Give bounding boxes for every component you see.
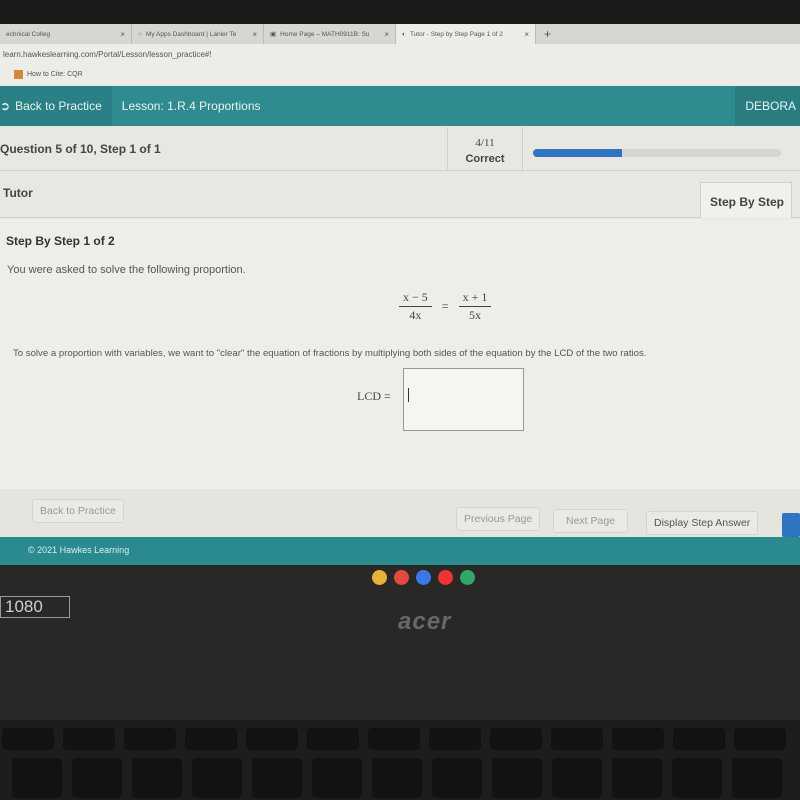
previous-page-button[interactable]: Previous Page	[456, 507, 541, 531]
browser-tab-active[interactable]: ◐ Tutor - Step by Step Page 1 of 2 ×	[396, 24, 536, 44]
lcd-input[interactable]	[403, 368, 524, 431]
close-icon[interactable]: ×	[524, 30, 529, 39]
question-bar: Question 5 of 10, Step 1 of 1 4/11 Corre…	[0, 127, 800, 171]
keyboard-key	[307, 728, 359, 750]
back-to-practice-button[interactable]: Back to Practice	[32, 499, 124, 523]
tutor-label: Tutor	[3, 186, 33, 200]
screen: echnical Colleg × ○ My Apps Dashboard | La…	[0, 0, 800, 565]
keyboard-key	[552, 758, 602, 798]
browser-tab[interactable]: ▣ Home Page – MATH0911B: Su ×	[264, 24, 396, 44]
bookmark-link[interactable]: How to Cite: CQR	[27, 71, 83, 78]
course-icon: ▣	[270, 31, 277, 38]
close-icon[interactable]: ×	[120, 30, 125, 39]
tab-title: My Apps Dashboard | Lanier Te	[145, 30, 237, 38]
arrow-circle-icon: ➲	[0, 99, 11, 113]
bookmarks-bar: How to Cite: CQR	[0, 64, 800, 85]
browser-tab[interactable]: echnical Colleg ×	[0, 24, 132, 44]
tab-title: Tutor - Step by Step Page 1 of 2	[409, 30, 503, 38]
keyboard-key	[372, 758, 422, 798]
close-icon[interactable]: ×	[384, 30, 389, 39]
question-label: Question 5 of 10, Step 1 of 1	[0, 141, 161, 156]
tab-step-by-step[interactable]: Step By Step	[700, 182, 792, 218]
sticker: 1080	[0, 596, 70, 618]
keyboard-key	[368, 728, 420, 750]
keyboard-key	[185, 728, 237, 750]
next-page-button[interactable]: Next Page	[553, 509, 629, 533]
new-tab-button[interactable]: +	[536, 24, 559, 44]
step-heading: Step By Step 1 of 2	[6, 234, 115, 248]
instruction-text: To solve a proportion with variables, we…	[13, 348, 647, 359]
tab-title: echnical Colleg	[6, 30, 51, 38]
keyboard-key	[612, 728, 664, 750]
denominator: 4x	[409, 308, 422, 322]
brand-logo: acer	[398, 608, 452, 635]
left-fraction: x − 5 4x	[393, 290, 438, 323]
keyboard-key	[490, 728, 542, 750]
close-icon[interactable]: ×	[252, 30, 257, 39]
right-fraction: x + 1 5x	[453, 290, 498, 323]
keyboard-key	[2, 728, 54, 750]
bezel	[0, 0, 800, 24]
tab-strip: echnical Colleg × ○ My Apps Dashboard | La…	[0, 24, 800, 44]
user-menu[interactable]: DEBORA	[735, 86, 800, 126]
keyboard-key	[312, 758, 362, 798]
docs-icon[interactable]	[416, 570, 431, 585]
keyboard-key	[63, 728, 115, 750]
shelf	[372, 570, 475, 585]
play-store-icon[interactable]	[460, 570, 475, 585]
keyboard-key	[124, 728, 176, 750]
numerator: x + 1	[458, 290, 492, 307]
keyboard-key	[732, 758, 782, 798]
globe-icon: ◐	[402, 30, 406, 38]
keyboard-key	[12, 758, 62, 798]
denominator: 5x	[468, 308, 481, 322]
chrome-icon[interactable]	[372, 570, 387, 585]
lesson-title: Lesson: 1.R.4 Proportions	[121, 99, 261, 113]
tab-title: Home Page – MATH0911B: Su	[280, 30, 370, 38]
keyboard-key	[72, 758, 122, 798]
top-nav: ➲ Back to Practice Lesson: 1.R.4 Proporti…	[0, 86, 800, 126]
keyboard-key	[246, 728, 298, 750]
submit-button[interactable]	[782, 513, 800, 537]
address-bar[interactable]: learn.hawkeslearning.com/Portal/Lesson/l…	[0, 44, 800, 64]
keyboard-key	[252, 758, 302, 798]
keyboard-key	[673, 728, 725, 750]
back-label: Back to Practice	[15, 99, 102, 113]
text-caret	[408, 388, 409, 402]
lcd-label: LCD =	[357, 389, 391, 403]
keyboard-key	[612, 758, 662, 798]
bookmark-icon	[14, 70, 23, 79]
keyboard-key	[734, 728, 786, 750]
progress-bar	[533, 149, 781, 157]
keyboard-key	[551, 728, 603, 750]
browser-tab[interactable]: ○ My Apps Dashboard | Lanier Te ×	[132, 24, 264, 44]
keyboard-key	[672, 758, 722, 798]
button-row: Back to Practice Previous Page Next Page…	[0, 489, 800, 537]
tutor-header: Tutor Step By Step	[0, 172, 800, 218]
numerator: x − 5	[399, 290, 432, 307]
back-to-practice-link[interactable]: ➲ Back to Practice	[0, 86, 112, 126]
intro-text: You were asked to solve the following pr…	[7, 264, 246, 276]
score-value: 4/11	[475, 137, 495, 149]
equals-sign: =	[441, 299, 449, 313]
footer: © 2021 Hawkes Learning	[0, 537, 800, 565]
progress-fill	[533, 149, 623, 157]
score: 4/11 Correct	[447, 127, 523, 171]
youtube-icon[interactable]	[438, 570, 453, 585]
keyboard-key	[192, 758, 242, 798]
proportion-equation: x − 5 4x = x + 1 5x	[393, 290, 497, 323]
score-label: Correct	[465, 153, 505, 165]
gmail-icon[interactable]	[394, 570, 409, 585]
display-step-answer-button[interactable]: Display Step Answer	[646, 511, 759, 535]
keyboard-key	[429, 728, 481, 750]
keyboard	[0, 720, 800, 800]
step-content: Step By Step 1 of 2 You were asked to so…	[0, 219, 800, 489]
keyboard-key	[432, 758, 482, 798]
keyboard-key	[132, 758, 182, 798]
keyboard-key	[492, 758, 542, 798]
circle-icon: ○	[138, 30, 142, 38]
